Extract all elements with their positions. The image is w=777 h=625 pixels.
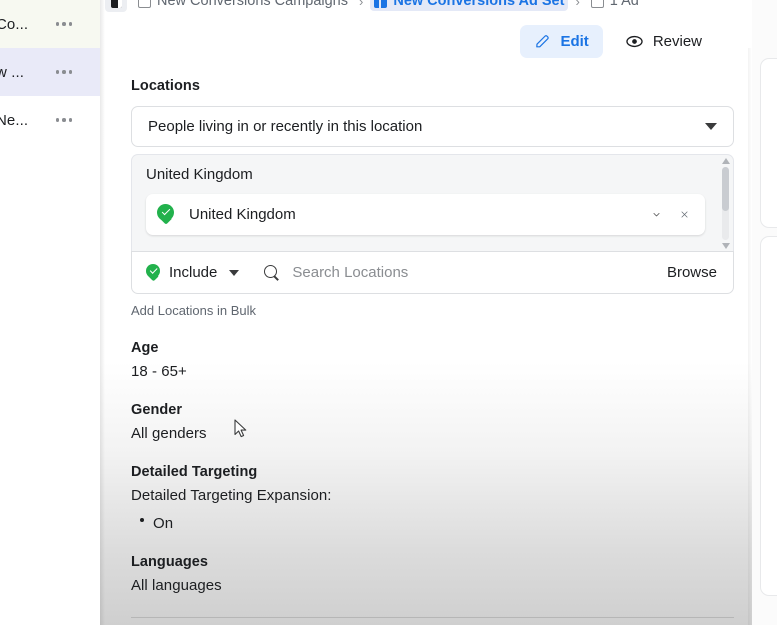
green-check-pin-icon xyxy=(157,203,174,226)
chevron-down-icon xyxy=(705,123,717,130)
location-type-select[interactable]: People living in or recently in this loc… xyxy=(131,106,734,147)
breadcrumb: New Conversions Campaigns › New Conversi… xyxy=(105,0,748,14)
selected-locations-list: United Kingdom United Kingdom xyxy=(131,154,734,251)
caret-down-icon[interactable] xyxy=(721,243,730,249)
account-icon[interactable] xyxy=(105,0,127,12)
age-field: Age 18 - 65+ xyxy=(131,340,734,380)
include-exclude-dropdown[interactable]: Include xyxy=(146,263,240,282)
sidebar-item-label: w ... xyxy=(0,63,25,81)
review-button[interactable]: Review xyxy=(611,24,716,59)
search-icon xyxy=(264,264,280,281)
locations-scrollbar[interactable] xyxy=(720,158,731,249)
location-chip-united-kingdom[interactable]: United Kingdom xyxy=(146,194,705,235)
sidebar-item-label: Ne... xyxy=(0,111,29,129)
add-locations-in-bulk-link[interactable]: Add Locations in Bulk xyxy=(131,303,734,318)
age-heading: Age xyxy=(131,340,159,356)
sidebar-item-campaign-2[interactable]: w ... xyxy=(0,48,100,96)
sidebar-empty-area xyxy=(0,145,100,625)
close-icon[interactable] xyxy=(676,206,693,223)
edit-button-label: Edit xyxy=(560,33,589,50)
include-label: Include xyxy=(169,264,218,281)
sidebar-divider xyxy=(100,0,105,625)
ellipsis-icon[interactable] xyxy=(55,70,72,74)
ellipsis-icon[interactable] xyxy=(55,118,72,122)
breadcrumb-label: New Conversions Campaigns xyxy=(157,0,348,9)
breadcrumb-label: 1 Ad xyxy=(609,0,639,9)
eye-icon xyxy=(626,35,643,48)
sidebar-item-label: Co... xyxy=(0,15,29,33)
locations-heading: Locations xyxy=(131,78,200,94)
section-divider xyxy=(131,617,734,618)
campaign-square-icon xyxy=(138,0,151,8)
browse-link[interactable]: Browse xyxy=(667,264,717,281)
right-preview-pane xyxy=(752,0,777,625)
detailed-targeting-bullet: On xyxy=(131,508,734,532)
location-chip-label: United Kingdom xyxy=(189,206,296,223)
breadcrumb-label: New Conversions Ad Set xyxy=(393,0,565,9)
targeting-content: Locations People living in or recently i… xyxy=(131,78,734,594)
location-search-row: Include Browse xyxy=(131,251,734,294)
languages-heading: Languages xyxy=(131,554,208,570)
detailed-targeting-field: Detailed Targeting Detailed Targeting Ex… xyxy=(131,464,734,532)
location-type-value: People living in or recently in this loc… xyxy=(148,118,423,135)
age-value: 18 - 65+ xyxy=(131,363,187,380)
ad-square-icon xyxy=(590,0,604,8)
sidebar-item-campaign-1[interactable]: Co... xyxy=(0,0,100,48)
preview-card-top xyxy=(760,58,777,228)
breadcrumb-separator: › xyxy=(359,0,364,9)
adset-square-icon xyxy=(374,0,388,8)
gender-value: All genders xyxy=(131,425,207,442)
search-locations-input[interactable] xyxy=(292,264,667,281)
gender-field: Gender All genders xyxy=(131,402,734,442)
scrollbar-thumb[interactable] xyxy=(722,167,729,211)
ellipsis-icon[interactable] xyxy=(55,22,72,26)
bullet-icon xyxy=(140,518,144,522)
ads-manager-screen: Co... w ... Ne... New Conversions Campai… xyxy=(0,0,777,625)
preview-card-bottom xyxy=(760,236,777,596)
right-pane-divider xyxy=(748,48,752,625)
green-check-pin-icon xyxy=(146,263,160,282)
selected-locations-group-label: United Kingdom xyxy=(146,166,253,183)
edit-button[interactable]: Edit xyxy=(520,25,603,58)
detailed-targeting-bullet-label: On xyxy=(153,515,174,532)
detailed-targeting-heading: Detailed Targeting xyxy=(131,464,258,480)
breadcrumb-item-adset[interactable]: New Conversions Ad Set xyxy=(370,0,569,11)
action-bar: Edit Review xyxy=(520,24,716,59)
breadcrumb-separator: › xyxy=(575,0,580,9)
review-button-label: Review xyxy=(652,33,702,50)
detailed-targeting-subtitle: Detailed Targeting Expansion: xyxy=(131,487,332,504)
sidebar-item-campaign-3[interactable]: Ne... xyxy=(0,96,100,144)
chevron-down-icon[interactable] xyxy=(648,206,665,223)
languages-value: All languages xyxy=(131,577,222,594)
campaign-list-sidebar: Co... w ... Ne... xyxy=(0,0,100,145)
caret-down-icon xyxy=(229,269,240,276)
ad-set-detail-panel: New Conversions Campaigns › New Conversi… xyxy=(105,0,748,625)
breadcrumb-item-ad[interactable]: 1 Ad xyxy=(587,0,643,11)
pencil-icon xyxy=(536,35,550,48)
breadcrumb-item-campaign[interactable]: New Conversions Campaigns xyxy=(134,0,352,11)
caret-up-icon[interactable] xyxy=(721,158,730,164)
scrollbar-track[interactable] xyxy=(722,167,729,240)
languages-field: Languages All languages xyxy=(131,554,734,594)
gender-heading: Gender xyxy=(131,402,183,418)
